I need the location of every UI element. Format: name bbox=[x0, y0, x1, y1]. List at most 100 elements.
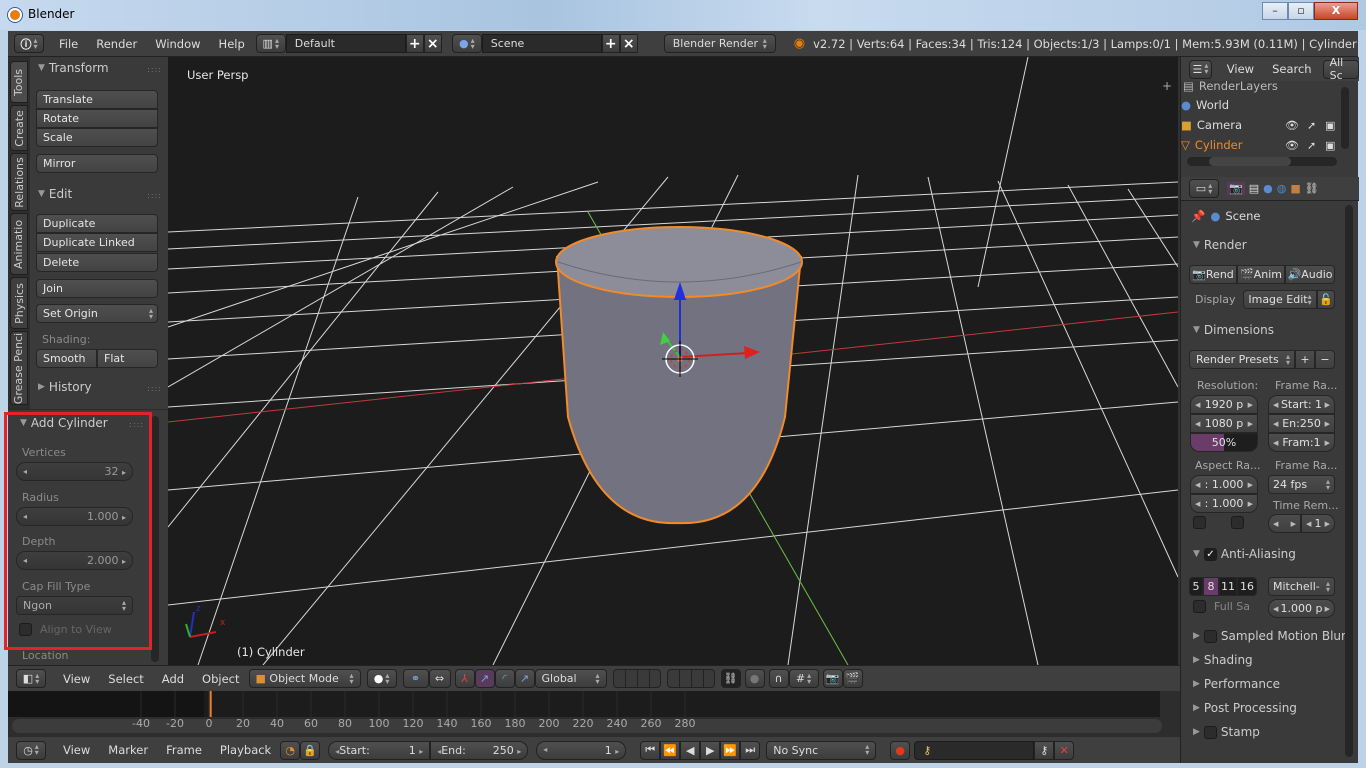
rotate-manipulator-button[interactable]: ◜ bbox=[494, 669, 515, 688]
3d-menu-select[interactable]: Select bbox=[99, 672, 152, 686]
cylinder-object[interactable] bbox=[555, 226, 803, 525]
delete-button[interactable]: Delete bbox=[36, 253, 158, 272]
manipulate-center-points-button[interactable]: ⇔ bbox=[428, 669, 451, 688]
opengl-render-button[interactable]: 📷 bbox=[822, 669, 843, 688]
screen-layout-button[interactable]: ▥ ▴ ▾ bbox=[255, 34, 286, 53]
play-button[interactable]: ▶ bbox=[700, 740, 721, 760]
render-engine-dropdown[interactable]: Blender Render ▴ ▾ bbox=[663, 34, 776, 53]
tab-tools[interactable]: Tools bbox=[10, 61, 28, 103]
anti-aliasing-panel-header[interactable]: ▼ ✓ Anti-Aliasing bbox=[1193, 547, 1296, 561]
shading-panel-header[interactable]: ▶ Shading bbox=[1193, 653, 1253, 667]
aa-samples-11[interactable]: 11 bbox=[1219, 577, 1237, 596]
frame-rate-dropdown[interactable]: 24 fps ▴ ▾ bbox=[1268, 475, 1335, 494]
dimensions-panel-header[interactable]: ▼ Dimensions bbox=[1193, 323, 1274, 337]
performance-panel-header[interactable]: ▶ Performance bbox=[1193, 677, 1280, 691]
scale-manipulator-button[interactable]: ↗ bbox=[514, 669, 535, 688]
panel-grip-icon[interactable]: :::: bbox=[147, 191, 162, 200]
shade-flat-button[interactable]: Flat bbox=[97, 349, 158, 368]
snap-element-dropdown[interactable]: # ▴ ▾ bbox=[788, 669, 819, 688]
duplicate-button[interactable]: Duplicate bbox=[36, 214, 158, 233]
timeline[interactable]: -40 -20 0 20 40 60 80 100 120 140 160 180 200 220 240 2… bbox=[8, 691, 1180, 737]
scale-button[interactable]: Scale bbox=[36, 128, 158, 147]
frame-step-field[interactable]: ◀ Fram:1 ▶ bbox=[1268, 433, 1335, 452]
delete-keyframe-button[interactable]: ✕ bbox=[1054, 740, 1075, 760]
shade-smooth-button[interactable]: Smooth bbox=[36, 349, 97, 368]
add-preset-button[interactable]: + bbox=[1295, 350, 1315, 369]
keying-set-field[interactable]: ⚷ bbox=[914, 740, 1035, 760]
lock-frame-selection-button[interactable]: 🔒 bbox=[300, 740, 321, 760]
render-image-button[interactable]: 📷 Rend bbox=[1189, 265, 1237, 284]
aa-filter-dropdown[interactable]: Mitchell- ▴ ▾ bbox=[1268, 577, 1335, 596]
jump-to-keyframe-prev-button[interactable]: ⏪ bbox=[660, 740, 681, 760]
close-button[interactable]: X bbox=[1314, 2, 1358, 20]
proportional-editing-button[interactable]: ● bbox=[744, 669, 765, 688]
scene-context-tab[interactable]: ● bbox=[1263, 182, 1273, 195]
play-reverse-button[interactable]: ◀ bbox=[680, 740, 701, 760]
add-scene-button[interactable]: + bbox=[601, 34, 620, 53]
add-layout-button[interactable]: + bbox=[405, 34, 424, 53]
resolution-percentage-slider[interactable]: 50% bbox=[1190, 433, 1258, 452]
3d-view-editor-type-button[interactable]: ◧ ▴ ▾ bbox=[16, 669, 46, 688]
aa-samples-8[interactable]: 8 bbox=[1203, 577, 1219, 596]
properties-region-toggle[interactable]: + bbox=[1162, 79, 1172, 93]
outliner-filter-dropdown[interactable]: All Sc bbox=[1322, 56, 1359, 82]
auto-keying-button[interactable]: ● bbox=[890, 740, 911, 760]
menu-file[interactable]: File bbox=[50, 37, 87, 51]
viewport-shading-dropdown[interactable]: ● ▴ ▾ bbox=[366, 669, 397, 688]
translate-button[interactable]: Translate bbox=[36, 90, 158, 109]
3d-menu-add[interactable]: Add bbox=[153, 672, 193, 686]
jump-to-end-button[interactable]: ⏭ bbox=[740, 740, 761, 760]
outliner-item[interactable]: ▤ RenderLayers bbox=[1183, 79, 1278, 93]
stamp-panel-header[interactable]: ▶ Stamp bbox=[1193, 725, 1260, 739]
aa-samples-16[interactable]: 16 bbox=[1237, 577, 1257, 596]
timeline-editor-type-button[interactable]: ◷ ▴ ▾ bbox=[16, 740, 46, 760]
remove-preset-button[interactable]: − bbox=[1315, 350, 1335, 369]
display-dropdown[interactable]: Image Edit ▴ ▾ bbox=[1243, 290, 1317, 309]
lock-camera-layers-button[interactable]: ⛓ bbox=[720, 669, 741, 688]
aa-samples-5[interactable]: 5 bbox=[1189, 577, 1203, 596]
stamp-checkbox[interactable] bbox=[1203, 725, 1217, 739]
duplicate-linked-button[interactable]: Duplicate Linked bbox=[36, 233, 158, 252]
aspect-x-field[interactable]: ◀: 1.000 ▶ bbox=[1190, 475, 1258, 494]
aa-filter-size-field[interactable]: ◀ 1.000 p ▶ bbox=[1268, 599, 1335, 618]
translate-manipulator-button[interactable]: ↗ bbox=[474, 669, 495, 688]
render-presets-dropdown[interactable]: Render Presets ▴ ▾ bbox=[1189, 350, 1295, 369]
menu-render[interactable]: Render bbox=[87, 37, 146, 51]
sync-mode-dropdown[interactable]: No Sync ▴ ▾ bbox=[766, 740, 877, 760]
outliner-menu-view[interactable]: View bbox=[1218, 62, 1263, 76]
edit-panel-header[interactable]: ▼ Edit bbox=[38, 187, 72, 201]
object-context-tab[interactable]: ■ bbox=[1290, 182, 1300, 195]
3d-menu-view[interactable]: View bbox=[54, 672, 99, 686]
render-camera-icon[interactable]: ▣ bbox=[1325, 119, 1335, 132]
tab-create[interactable]: Create bbox=[10, 105, 28, 151]
rotate-button[interactable]: Rotate bbox=[36, 109, 158, 128]
outliner-menu-search[interactable]: Search bbox=[1263, 62, 1321, 76]
tab-grease-pencil[interactable]: Grease Penci bbox=[10, 331, 28, 405]
minimize-button[interactable]: – bbox=[1262, 2, 1288, 20]
aspect-y-field[interactable]: ◀: 1.000 ▶ bbox=[1190, 494, 1258, 513]
select-cursor-icon[interactable]: ➚ bbox=[1307, 119, 1316, 132]
insert-keyframe-button[interactable]: ⚷ bbox=[1034, 740, 1055, 760]
full-sample-checkbox[interactable]: Full Sa bbox=[1193, 600, 1250, 613]
render-animation-button[interactable]: 🎬 Anim bbox=[1237, 265, 1285, 284]
resolution-x-field[interactable]: ◀ 1920 p ▶ bbox=[1190, 395, 1258, 414]
border-checkbox[interactable] bbox=[1193, 516, 1206, 529]
scene-selector-button[interactable]: ● ▴ ▾ bbox=[451, 34, 482, 53]
outliner-editor-type-button[interactable]: ☰ ▴ ▾ bbox=[1189, 59, 1212, 79]
menu-help[interactable]: Help bbox=[210, 37, 254, 51]
transform-orientation-dropdown[interactable]: Global ▴ ▾ bbox=[534, 669, 607, 688]
maximize-button[interactable]: ▫ bbox=[1288, 2, 1314, 20]
current-frame-field[interactable]: ◂ 1 ▸ bbox=[536, 740, 627, 760]
post-processing-panel-header[interactable]: ▶ Post Processing bbox=[1193, 701, 1297, 715]
jump-to-keyframe-next-button[interactable]: ⏩ bbox=[720, 740, 741, 760]
pivot-point-dropdown[interactable]: ⚭ bbox=[402, 669, 429, 688]
select-cursor-icon[interactable]: ➚ bbox=[1307, 139, 1316, 152]
timeline-menu-view[interactable]: View bbox=[54, 743, 99, 757]
layers-grid-1[interactable] bbox=[612, 669, 661, 688]
properties-editor-type-button[interactable]: ▭ ▴ ▾ bbox=[1189, 179, 1219, 198]
constraints-context-tab[interactable]: ⛓ bbox=[1305, 182, 1319, 195]
operator-scrollbar[interactable] bbox=[151, 416, 159, 662]
snap-toggle[interactable]: ∩ bbox=[768, 669, 789, 688]
screen-layout-field[interactable]: Default bbox=[285, 34, 406, 53]
scene-field[interactable]: Scene bbox=[481, 34, 602, 53]
